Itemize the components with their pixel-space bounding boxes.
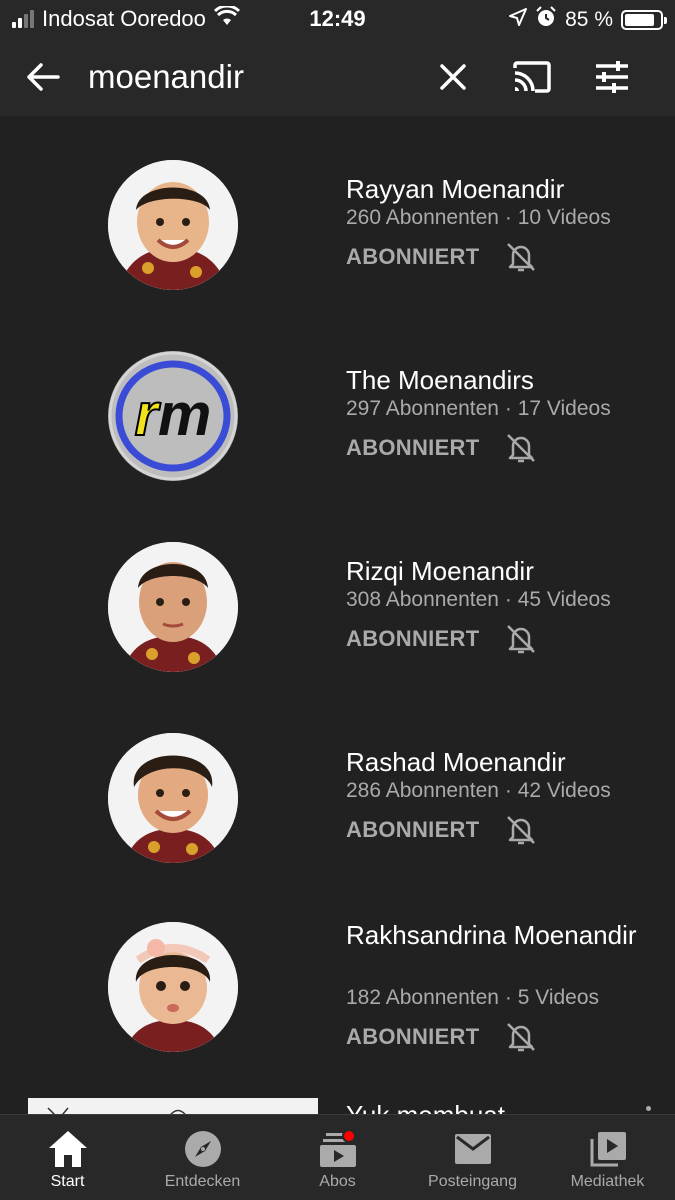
video-title[interactable]: Yuk membuat xyxy=(346,1100,505,1114)
video-count: 10 Videos xyxy=(517,206,611,229)
video-count: 45 Videos xyxy=(517,588,611,611)
channel-stats: 286 Abonnenten · 42 Videos xyxy=(346,779,611,803)
channel-avatar[interactable] xyxy=(108,922,238,1052)
separator: · xyxy=(504,779,512,802)
channel-name[interactable]: Rayyan Moenandir xyxy=(346,172,646,206)
subscribed-status[interactable]: ABONNIERT xyxy=(346,244,479,270)
channel-stats: 297 Abonnenten · 17 Videos xyxy=(346,397,611,421)
video-count: 17 Videos xyxy=(517,397,611,420)
search-results: Rayyan Moenandir 260 Abonnenten · 10 Vid… xyxy=(0,116,675,1114)
separator: · xyxy=(504,206,512,229)
compass-icon xyxy=(181,1127,225,1171)
subscriber-count: 260 Abonnenten xyxy=(346,206,499,229)
video-count: 42 Videos xyxy=(517,779,611,802)
nav-inbox[interactable]: Posteingang xyxy=(405,1115,540,1200)
video-count: 5 Videos xyxy=(517,986,600,1009)
subscriptions-icon xyxy=(316,1127,360,1171)
channel-name[interactable]: The Moenandirs xyxy=(346,363,646,397)
notifications-off-icon[interactable] xyxy=(504,622,538,656)
nav-explore[interactable]: Entdecken xyxy=(135,1115,270,1200)
channel-avatar[interactable] xyxy=(108,160,238,290)
nav-label: Posteingang xyxy=(428,1173,517,1190)
bottom-navigation: Start Entdecken Abos Posteingang Mediath… xyxy=(0,1114,675,1200)
status-bar: Indosat Ooredoo 12:49 85 % xyxy=(0,0,675,38)
clear-search-icon[interactable] xyxy=(430,54,476,100)
location-icon xyxy=(509,8,528,32)
filter-icon[interactable] xyxy=(589,54,635,100)
home-icon xyxy=(46,1127,90,1171)
nav-start[interactable]: Start xyxy=(0,1115,135,1200)
channel-name[interactable]: Rashad Moenandir xyxy=(346,745,646,779)
nav-label: Entdecken xyxy=(164,1173,241,1190)
notification-dot xyxy=(341,1129,356,1143)
video-thumbnail[interactable] xyxy=(28,1098,318,1114)
channel-avatar[interactable] xyxy=(108,733,238,863)
subscriber-count: 182 Abonnenten xyxy=(346,986,499,1009)
subscriber-count: 297 Abonnenten xyxy=(346,397,499,420)
channel-name[interactable]: Rakhsandrina Moenandir xyxy=(346,918,646,952)
cast-icon[interactable] xyxy=(509,54,555,100)
channel-stats: 308 Abonnenten · 45 Videos xyxy=(346,588,611,612)
subscriber-count: 286 Abonnenten xyxy=(346,779,499,802)
subscriber-count: 308 Abonnenten xyxy=(346,588,499,611)
search-query[interactable]: moenandir xyxy=(88,56,244,98)
back-arrow-icon[interactable] xyxy=(22,56,64,98)
channel-avatar[interactable] xyxy=(108,542,238,672)
nav-label: Abos xyxy=(319,1173,356,1190)
channel-stats: 182 Abonnenten · 5 Videos xyxy=(346,986,599,1010)
notifications-off-icon[interactable] xyxy=(504,813,538,847)
separator: · xyxy=(504,986,512,1009)
more-options-icon[interactable] xyxy=(643,1106,653,1114)
nav-label: Start xyxy=(50,1173,85,1190)
nav-label: Mediathek xyxy=(570,1173,645,1190)
subscribed-status[interactable]: ABONNIERT xyxy=(346,626,479,652)
search-header: moenandir xyxy=(0,38,675,116)
channel-avatar[interactable]: rm xyxy=(108,351,238,481)
notifications-off-icon[interactable] xyxy=(504,431,538,465)
mail-icon xyxy=(451,1127,495,1171)
subscribed-status[interactable]: ABONNIERT xyxy=(346,817,479,843)
battery-percentage: 85 % xyxy=(565,8,613,31)
notifications-off-icon[interactable] xyxy=(504,1020,538,1054)
channel-stats: 260 Abonnenten · 10 Videos xyxy=(346,206,611,230)
separator: · xyxy=(504,588,512,611)
subscribed-status[interactable]: ABONNIERT xyxy=(346,1024,479,1050)
notifications-off-icon[interactable] xyxy=(504,240,538,274)
battery-icon xyxy=(621,10,667,30)
library-icon xyxy=(586,1127,630,1171)
nav-subscriptions[interactable]: Abos xyxy=(270,1115,405,1200)
separator: · xyxy=(504,397,512,420)
channel-name[interactable]: Rizqi Moenandir xyxy=(346,554,646,588)
alarm-icon xyxy=(535,6,557,34)
nav-library[interactable]: Mediathek xyxy=(540,1115,675,1200)
subscribed-status[interactable]: ABONNIERT xyxy=(346,435,479,461)
